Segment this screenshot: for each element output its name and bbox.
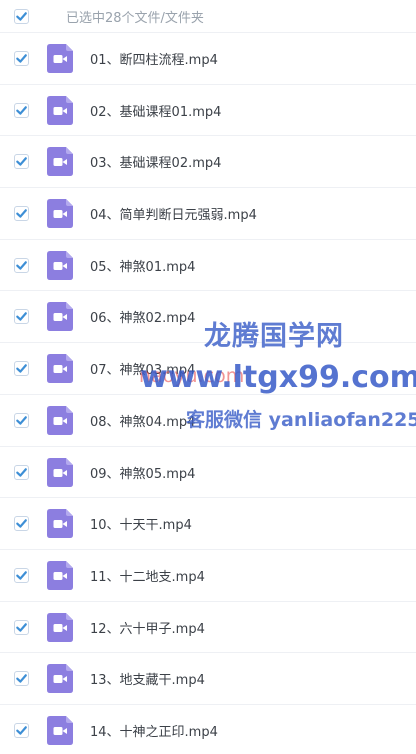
file-row[interactable]: 05、神煞01.mp4 [0,240,416,292]
file-name: 05、神煞01.mp4 [90,259,196,275]
file-checkbox[interactable] [14,619,29,635]
checkmark-icon [16,364,27,373]
file-name: 13、地支藏干.mp4 [90,673,205,689]
video-file-icon [47,405,73,435]
file-name: 06、神煞02.mp4 [90,311,196,327]
checkmark-icon [16,209,27,218]
file-checkbox[interactable] [14,154,29,170]
select-all-checkbox[interactable] [14,8,29,24]
checkmark-icon [16,519,27,528]
checkmark-icon [16,571,27,580]
video-file-icon [47,664,73,694]
video-file-icon [47,95,73,125]
video-file-icon [47,354,73,384]
checkmark-icon [16,54,27,63]
file-checkbox[interactable] [14,464,29,480]
video-file-icon [47,44,73,73]
file-row[interactable]: 07、神煞03.mp4 [0,343,416,395]
file-name: 01、断四柱流程.mp4 [90,53,218,68]
file-checkbox[interactable] [14,51,29,66]
file-row[interactable]: 13、地支藏干.mp4 [0,653,416,705]
file-name: 11、十二地支.mp4 [90,569,205,585]
video-file-icon [47,302,73,332]
checkmark-icon [16,622,27,632]
file-row[interactable]: 04、简单判断日元强弱.mp4 [0,188,416,240]
file-row[interactable]: 11、十二地支.mp4 [0,550,416,602]
video-file-icon [47,199,73,229]
file-name: 04、简单判断日元强弱.mp4 [90,208,257,224]
checkmark-icon [16,726,27,735]
file-checkbox[interactable] [14,102,29,118]
checkmark-icon [16,260,27,270]
checkmark-icon [16,674,27,683]
selection-header: 已选中28个文件/文件夹 [0,0,416,33]
file-checkbox[interactable] [14,516,29,532]
file-name: 03、基础课程02.mp4 [90,156,222,172]
file-name: 12、六十甲子.mp4 [90,621,205,637]
checkmark-icon [16,467,27,477]
video-file-icon [47,509,73,539]
file-row[interactable]: 06、神煞02.mp4 [0,291,416,344]
file-checkbox[interactable] [14,722,29,738]
file-row[interactable]: 03、基础课程02.mp4 [0,136,416,189]
checkmark-icon [16,312,27,322]
file-list: 01、断四柱流程.mp4 02、基础课程01.mp4 03、基础课程02.mp4 04… [0,33,416,754]
checkmark-icon [16,157,27,167]
checkmark-icon [16,11,27,21]
file-row[interactable]: 02、基础课程01.mp4 [0,85,416,137]
file-checkbox[interactable] [14,309,29,325]
file-checkbox[interactable] [14,361,29,377]
video-file-icon [47,715,73,745]
file-row[interactable]: 01、断四柱流程.mp4 [0,33,416,85]
file-name: 08、神煞04.mp4 [90,414,196,430]
file-name: 07、神煞03.mp4 [90,363,196,379]
file-name: 02、基础课程01.mp4 [90,104,222,120]
file-checkbox[interactable] [14,412,29,428]
file-row[interactable]: 08、神煞04.mp4 [0,395,416,447]
checkmark-icon [16,105,27,115]
video-file-icon [47,457,73,487]
file-name: 10、十天干.mp4 [90,518,192,534]
file-checkbox[interactable] [14,206,29,222]
file-row[interactable]: 14、十神之正印.mp4 [0,705,416,754]
selection-count-text: 已选中28个文件/文件夹 [66,10,204,26]
file-row[interactable]: 09、神煞05.mp4 [0,447,416,499]
checkmark-icon [16,416,27,425]
file-name: 14、十神之正印.mp4 [90,724,218,740]
file-checkbox[interactable] [14,671,29,687]
video-file-icon [47,147,73,177]
video-file-icon [47,560,73,590]
video-file-icon [47,250,73,280]
file-checkbox[interactable] [14,567,29,583]
file-checkbox[interactable] [14,257,29,273]
file-row[interactable]: 12、六十甲子.mp4 [0,602,416,654]
video-file-icon [47,612,73,642]
file-list-page: 已选中28个文件/文件夹 01、断四柱流程.mp4 02、基础课程01.mp4 03… [0,0,416,754]
file-row[interactable]: 10、十天干.mp4 [0,498,416,550]
file-name: 09、神煞05.mp4 [90,466,196,482]
